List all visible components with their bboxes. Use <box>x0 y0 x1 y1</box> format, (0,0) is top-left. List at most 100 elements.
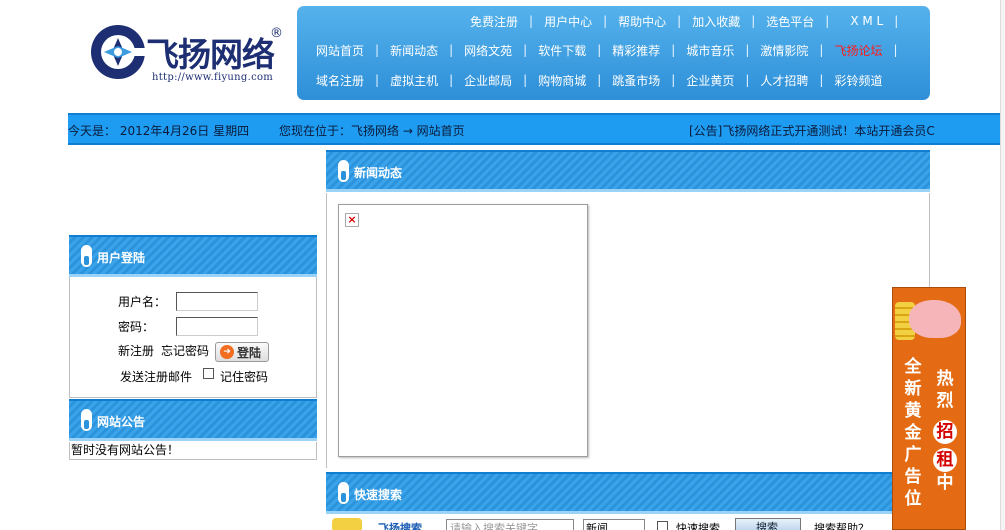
search-row: 飞扬搜索 请输入搜索关键字 新闻 快速搜索 搜索 搜索帮助？ <box>326 516 930 530</box>
news-image-frame[interactable]: × <box>338 204 588 457</box>
nav-separator: | <box>825 14 830 28</box>
main-navigation: 免费注册 | 用户中心 | 帮助中心 | 加入收藏 | 选色平台 | X M L… <box>297 6 930 100</box>
nav-cinema[interactable]: 激情影院 <box>760 42 808 59</box>
nav-separator: | <box>893 43 898 57</box>
login-button-label: 登陆 <box>237 345 262 360</box>
nav-row-middle: 网站首页 | 新闻动态 | 网络文苑 | 软件下载 | 精彩推荐 | 城市音乐 … <box>316 39 909 61</box>
nav-separator: | <box>375 73 380 87</box>
nav-separator: | <box>819 43 824 57</box>
nav-user-center[interactable]: 用户中心 <box>544 13 592 30</box>
nav-help-center[interactable]: 帮助中心 <box>618 13 666 30</box>
nav-mail[interactable]: 企业邮局 <box>464 72 512 89</box>
ad-banner[interactable]: 热烈 招租 中 全新黄金广告位 <box>892 287 966 530</box>
send-email-link[interactable]: 发送注册邮件 <box>120 368 192 385</box>
nav-hosting[interactable]: 虚拟主机 <box>390 72 438 89</box>
nav-news[interactable]: 新闻动态 <box>390 42 438 59</box>
login-title: 用户登陆 <box>97 251 146 265</box>
nav-separator: | <box>603 14 608 28</box>
nav-separator: | <box>671 73 676 87</box>
nav-separator: | <box>745 73 750 87</box>
nav-separator: | <box>819 73 824 87</box>
nav-flea-market[interactable]: 跳蚤市场 <box>612 72 660 89</box>
forgot-password-link[interactable]: 忘记密码 <box>161 342 209 359</box>
nav-separator: | <box>745 43 750 57</box>
news-body: × <box>326 193 930 468</box>
site-logo[interactable]: 飞扬网络 ® http://www.fiyung.com <box>68 0 296 106</box>
notice-title: 网站公告 <box>97 415 146 429</box>
nav-music[interactable]: 城市音乐 <box>686 42 734 59</box>
broken-image-icon: × <box>345 213 359 227</box>
nav-forum[interactable]: 飞扬论坛 <box>834 42 882 59</box>
nav-separator: | <box>677 14 682 28</box>
search-panel-header: 快速搜索 <box>326 472 930 514</box>
search-title: 快速搜索 <box>354 488 403 502</box>
nav-separator: | <box>449 73 454 87</box>
search-help-link[interactable]: 搜索帮助？ <box>814 520 869 530</box>
ad-right-col: 热烈 <box>936 369 954 411</box>
ad-left-text: 全新黄金广告位 <box>904 357 922 509</box>
login-button[interactable]: ➜ 登陆 <box>215 342 269 362</box>
logo-url: http://www.fiyung.com <box>152 72 274 83</box>
nav-separator: | <box>529 14 534 28</box>
username-label: 用户名： <box>118 295 167 309</box>
nav-color-platform[interactable]: 选色平台 <box>766 13 814 30</box>
panel-tab-icon <box>338 160 349 182</box>
nav-literature[interactable]: 网络文苑 <box>464 42 512 59</box>
notice-panel-header: 网站公告 <box>69 399 317 441</box>
nav-separator: | <box>449 43 454 57</box>
nav-recommend[interactable]: 精彩推荐 <box>612 42 660 59</box>
ad-circle-text-2: 租 <box>933 448 957 472</box>
news-panel-header: 新闻动态 <box>326 150 930 192</box>
breadcrumb[interactable]: 您现在位于：飞扬网络 → 网站首页 <box>279 122 465 139</box>
fast-search-label: 快速搜索 <box>676 522 720 530</box>
nav-separator: | <box>671 43 676 57</box>
fast-search-checkbox[interactable] <box>657 521 668 530</box>
nav-ringtones[interactable]: 彩铃频道 <box>834 72 882 89</box>
piggy-bank-icon <box>909 300 961 338</box>
nav-separator: | <box>894 14 899 28</box>
nav-register[interactable]: 免费注册 <box>470 13 518 30</box>
ad-circle-text: 招 <box>933 420 957 444</box>
nav-mall[interactable]: 购物商城 <box>538 72 586 89</box>
registered-mark: ® <box>270 26 283 41</box>
nav-add-favorite[interactable]: 加入收藏 <box>692 13 740 30</box>
nav-xml[interactable]: X M L <box>850 14 883 28</box>
nav-separator: | <box>751 14 756 28</box>
remember-label: 记住密码 <box>220 370 269 384</box>
password-input[interactable] <box>176 317 258 336</box>
panel-tab-icon <box>81 245 92 267</box>
logo-text: 飞扬网络 <box>146 35 275 74</box>
nav-domain[interactable]: 域名注册 <box>316 72 364 89</box>
ad-right-text: 热烈 招租 中 <box>933 368 957 494</box>
search-logo-icon <box>332 518 362 530</box>
remember-checkbox[interactable] <box>203 368 214 379</box>
register-link[interactable]: 新注册 <box>118 342 154 359</box>
nav-row-bottom: 域名注册 | 虚拟主机 | 企业邮局 | 购物商城 | 跳蚤市场 | 企业黄页 … <box>316 69 882 91</box>
search-label: 飞扬搜索 <box>378 522 422 530</box>
nav-separator: | <box>375 43 380 57</box>
page: 飞扬网络 ® http://www.fiyung.com 免费注册 | 用户中心… <box>0 0 1005 530</box>
nav-separator: | <box>523 73 528 87</box>
username-input[interactable] <box>176 292 258 311</box>
search-input[interactable]: 请输入搜索关键字 <box>446 519 574 530</box>
nav-yellow-pages[interactable]: 企业黄页 <box>686 72 734 89</box>
nav-row-top: 免费注册 | 用户中心 | 帮助中心 | 加入收藏 | 选色平台 | X M L… <box>470 10 909 32</box>
login-panel-header: 用户登陆 <box>69 235 317 277</box>
search-type-select[interactable]: 新闻 <box>583 519 645 530</box>
news-title: 新闻动态 <box>354 166 403 180</box>
nav-home[interactable]: 网站首页 <box>316 42 364 59</box>
arrow-icon: ➜ <box>220 345 234 359</box>
current-date: 今天是： 2012年4月26日 星期四 <box>68 124 250 138</box>
nav-jobs[interactable]: 人才招聘 <box>760 72 808 89</box>
announcement-ticker[interactable]: [公告]飞扬网络正式开通测试！本站开通会员C <box>689 122 935 139</box>
logo-emblem-icon <box>91 25 146 79</box>
nav-separator: | <box>523 43 528 57</box>
nav-software[interactable]: 软件下载 <box>538 42 586 59</box>
login-form: 用户名： 密码： 新注册 忘记密码 ➜ 登陆 发送注册邮件 记住密码 <box>69 277 317 398</box>
panel-tab-icon <box>338 482 349 504</box>
nav-separator: | <box>597 73 602 87</box>
search-button[interactable]: 搜索 <box>735 518 801 530</box>
notice-content: 暂时没有网站公告！ <box>69 442 317 460</box>
info-bar: 今天是： 2012年4月26日 星期四 您现在位于：飞扬网络 → 网站首页 [公… <box>68 113 1005 145</box>
scrollbar[interactable] <box>1000 0 1005 530</box>
